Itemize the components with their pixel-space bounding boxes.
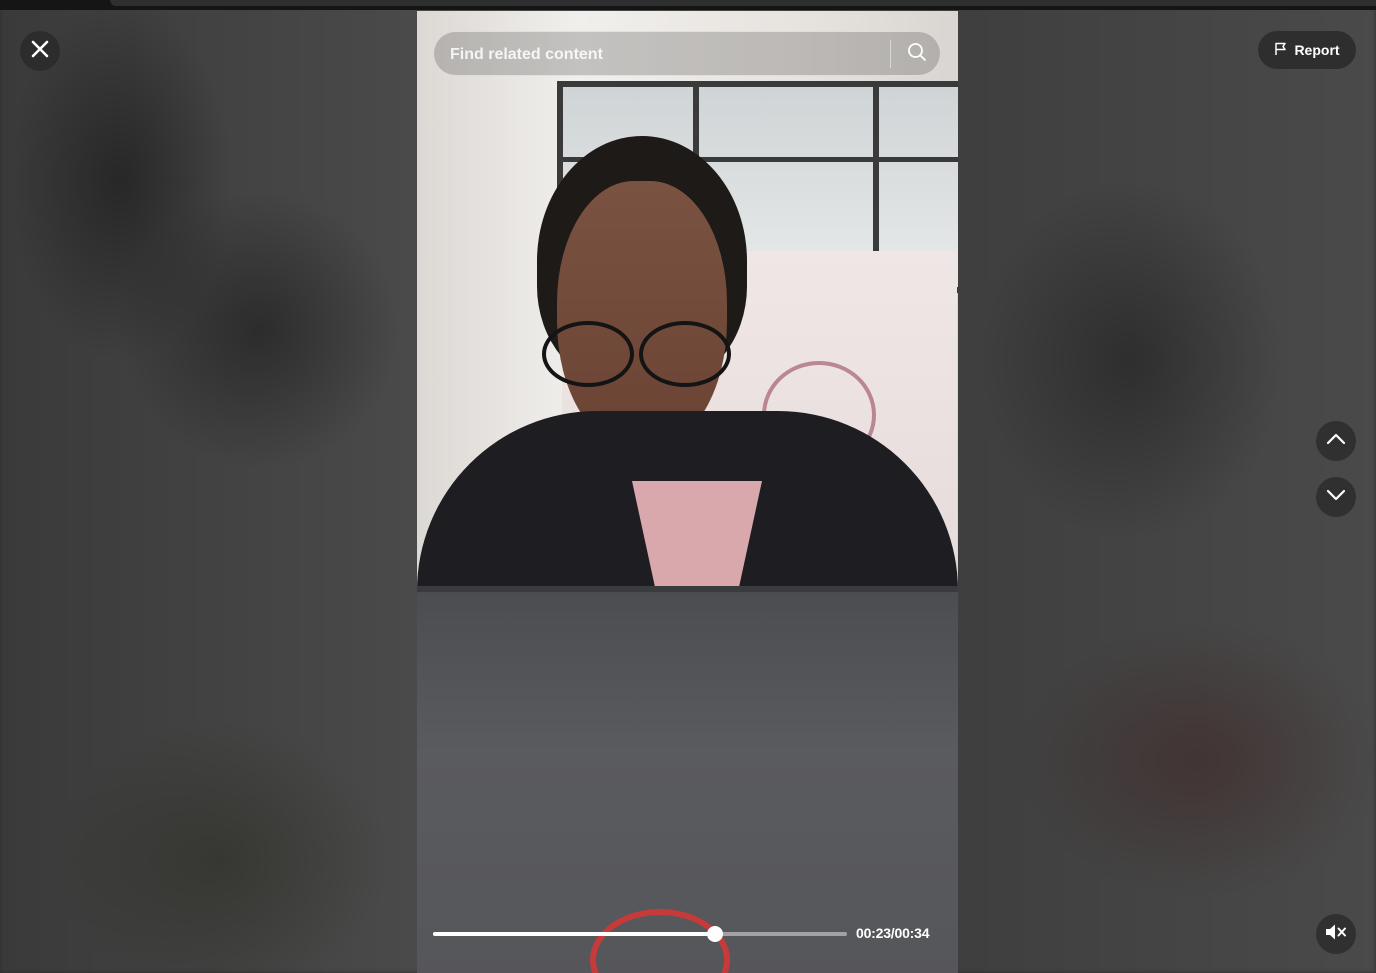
progress-thumb[interactable] [706,926,723,942]
mute-button[interactable] [1316,914,1356,954]
time-display: 00:23/00:34 [856,925,930,941]
chevron-down-icon [1326,488,1346,506]
search-input[interactable] [448,32,882,77]
flag-icon [1274,42,1288,59]
search-button[interactable] [896,34,938,74]
report-button[interactable]: Report [1258,31,1356,69]
top-strip-bar [110,0,1376,6]
report-label: Report [1294,42,1340,58]
search-divider [890,40,891,68]
search-bar [433,31,941,77]
chevron-up-icon [1326,432,1346,450]
next-video-button[interactable] [1316,477,1356,517]
search-icon [907,42,927,67]
glasses-right-lens [639,321,731,387]
close-icon [31,40,49,63]
close-button[interactable] [20,31,60,71]
progress-fill [433,932,715,936]
previous-video-button[interactable] [1316,421,1356,461]
browser-top-strip [0,0,1376,10]
glasses-left-lens [542,321,634,387]
video-progress-bar[interactable] [433,926,847,942]
volume-muted-icon [1325,923,1347,946]
video-frame[interactable] [417,11,958,973]
